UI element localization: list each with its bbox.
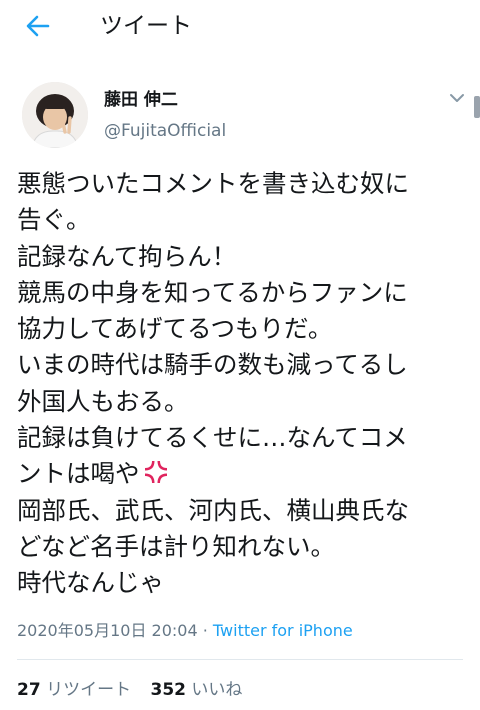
source-link[interactable]: Twitter for iPhone xyxy=(213,621,353,640)
app-header: ツイート xyxy=(0,0,480,56)
tweet-line: 競馬の中身を知ってるからファンに xyxy=(17,277,408,307)
edge-indicator xyxy=(474,96,480,118)
tweet-line: 告ぐ。 xyxy=(17,205,91,235)
tweet-line: 記録なんて拘らん！ xyxy=(17,241,237,271)
display-name[interactable]: 藤田 伸二 xyxy=(104,88,178,112)
tweet-line: 外国人もおる。 xyxy=(17,386,189,416)
meta-separator: · xyxy=(197,621,213,640)
tweet-meta: 2020年05月10日 20:04 · Twitter for iPhone xyxy=(17,619,353,643)
chevron-down-icon[interactable] xyxy=(447,90,467,104)
user-handle[interactable]: @FujitaOfficial xyxy=(104,119,226,143)
back-arrow-icon[interactable] xyxy=(22,10,54,42)
retweet-label: リツイート xyxy=(46,680,132,700)
like-count: 352 xyxy=(150,680,186,700)
avatar[interactable] xyxy=(22,82,88,148)
tweet-line: いまの時代は騎手の数も減ってるし xyxy=(17,350,408,380)
page-title: ツイート xyxy=(100,13,192,39)
tweet-text: 悪態ついたコメントを書き込む奴に 告ぐ。 記録なんて拘らん！ 競馬の中身を知って… xyxy=(17,166,480,602)
tweet-line-with-emoji: ントは喝や xyxy=(17,456,480,492)
anger-symbol-icon xyxy=(142,458,170,486)
tweet-line: 岡部氏、武氏、河内氏、横山典氏な xyxy=(17,495,409,525)
tweet-line-text: ントは喝や xyxy=(17,459,140,489)
retweets-stat[interactable]: 27 リツイート xyxy=(17,680,131,700)
retweet-count: 27 xyxy=(17,680,41,700)
tweet-line: 記録は負けてるくせに…なんてコメ xyxy=(17,423,408,453)
tweet-line: 時代なんじゃ xyxy=(17,568,164,598)
like-label: いいね xyxy=(191,680,243,700)
divider xyxy=(17,659,463,660)
tweet-stats: 27 リツイート 352 いいね xyxy=(17,678,256,702)
tweet-timestamp: 2020年05月10日 20:04 xyxy=(17,621,198,640)
tweet-line: 協力してあげてるつもりだ。 xyxy=(17,314,333,344)
tweet-line: どなど名手は計り知れない。 xyxy=(17,531,336,561)
tweet-line: 悪態ついたコメントを書き込む奴に xyxy=(17,169,409,198)
likes-stat[interactable]: 352 いいね xyxy=(150,680,242,700)
